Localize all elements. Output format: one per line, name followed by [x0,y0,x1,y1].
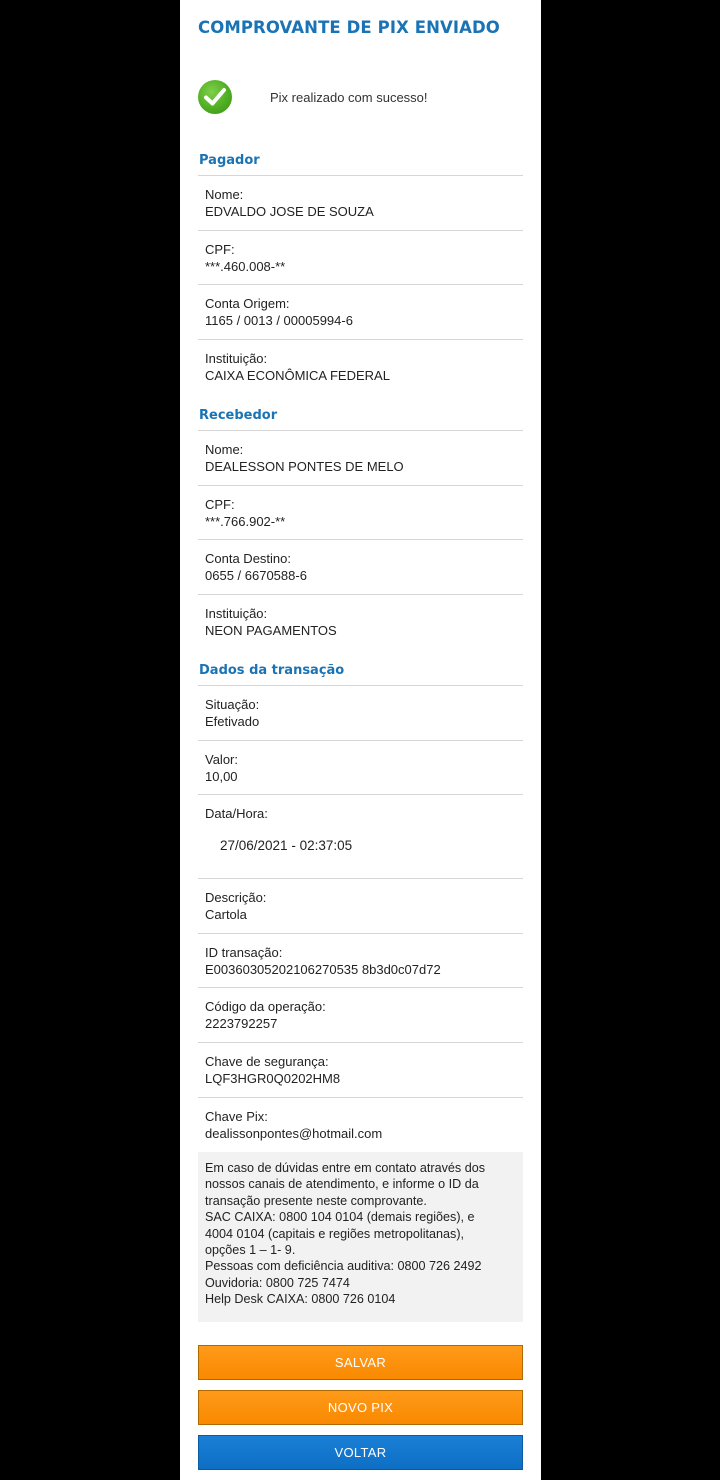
chave-seguranca-field: Chave de segurança: LQF3HGR0Q0202HM8 [205,1053,523,1087]
divider [198,539,523,540]
divider [198,284,523,285]
field-value: E00360305202106270535 8b3d0c07d72 [205,962,441,977]
divider [198,740,523,741]
recebedor-conta-field: Conta Destino: 0655 / 6670588-6 [205,550,523,584]
success-banner: Pix realizado com sucesso! [198,80,523,114]
field-value: ***.766.902-** [205,514,286,529]
divider [198,1097,523,1098]
info-line: opções 1 – 1- 9. [205,1243,296,1258]
pagador-nome-field: Nome: EDVALDO JOSE DE SOUZA [205,186,523,220]
divider [198,987,523,988]
success-message: Pix realizado com sucesso! [270,90,428,105]
field-label: Instituição: [205,606,268,621]
info-line: SAC CAIXA: 0800 104 0104 (demais regiões… [205,1210,475,1225]
divider [198,485,523,486]
field-value: 0655 / 6670588-6 [205,568,307,583]
section-title-transacao: Dados da transação [199,663,345,678]
field-value: 10,00 [205,769,238,784]
field-label: Valor: [205,752,238,767]
field-label: Instituição: [205,351,268,366]
field-label: ID transação: [205,945,283,960]
field-value: 27/06/2021 - 02:37:05 [220,838,353,853]
info-line: nossos canais de atendimento, e informe … [205,1177,479,1192]
field-label: Nome: [205,442,244,457]
divider [198,1042,523,1043]
field-value: CAIXA ECONÔMICA FEDERAL [205,368,390,383]
divider [198,878,523,879]
field-value: LQF3HGR0Q0202HM8 [205,1071,341,1086]
field-value: Cartola [205,907,247,922]
info-line: transação presente neste comprovante. [205,1193,427,1208]
divider [198,230,523,231]
section-title-pagador: Pagador [199,153,260,168]
field-label: CPF: [205,497,235,512]
situacao-field: Situação: Efetivado [205,696,523,730]
recebedor-instituicao-field: Instituição: NEON PAGAMENTOS [205,605,523,639]
field-label: Data/Hora: [205,806,268,821]
page-title: COMPROVANTE DE PIX ENVIADO [198,18,500,37]
divider [198,685,523,686]
check-circle-icon [198,80,232,114]
divider [198,594,523,595]
field-label: Código da operação: [205,999,326,1014]
chave-pix-field: Chave Pix: dealissonpontes@hotmail.com [205,1108,523,1142]
divider [198,430,523,431]
field-value: 2223792257 [205,1016,278,1031]
id-transacao-field: ID transação: E00360305202106270535 8b3d… [205,944,523,978]
recebedor-nome-field: Nome: DEALESSON PONTES DE MELO [205,441,523,475]
field-label: CPF: [205,242,235,257]
divider [198,339,523,340]
pagador-instituicao-field: Instituição: CAIXA ECONÔMICA FEDERAL [205,350,523,384]
pagador-cpf-field: CPF: ***.460.008-** [205,241,523,275]
info-line: Pessoas com deficiência auditiva: 0800 7… [205,1259,482,1274]
field-label: Situação: [205,697,260,712]
divider [198,175,523,176]
valor-field: Valor: 10,00 [205,751,523,785]
recebedor-cpf-field: CPF: ***.766.902-** [205,496,523,530]
back-button[interactable]: VOLTAR [198,1435,523,1470]
divider [198,794,523,795]
field-value: ***.460.008-** [205,259,286,274]
field-label: Descrição: [205,890,267,905]
receipt-page: COMPROVANTE DE PIX ENVIADO Pix realizado… [180,0,541,1480]
field-value: 1165 / 0013 / 00005994-6 [205,313,353,328]
field-label: Conta Destino: [205,551,291,566]
divider [198,933,523,934]
field-label: Conta Origem: [205,296,290,311]
info-line: 4004 0104 (capitais e regiões metropolit… [205,1226,465,1241]
descricao-field: Descrição: Cartola [205,889,523,923]
info-line: Help Desk CAIXA: 0800 726 0104 [205,1292,396,1307]
section-title-recebedor: Recebedor [199,408,278,423]
field-label: Chave de segurança: [205,1054,329,1069]
codigo-operacao-field: Código da operação: 2223792257 [205,998,523,1032]
new-pix-button[interactable]: NOVO PIX [198,1390,523,1425]
info-line: Em caso de dúvidas entre em contato atra… [205,1161,486,1175]
field-value: dealissonpontes@hotmail.com [205,1126,383,1141]
data-hora-field: Data/Hora: 27/06/2021 - 02:37:05 [205,805,523,854]
support-info-box: Em caso de dúvidas entre em contato atra… [198,1152,523,1322]
field-value: NEON PAGAMENTOS [205,623,337,638]
pagador-conta-field: Conta Origem: 1165 / 0013 / 00005994-6 [205,295,523,329]
field-value: EDVALDO JOSE DE SOUZA [205,204,374,219]
field-value: Efetivado [205,714,260,729]
save-button[interactable]: SALVAR [198,1345,523,1380]
field-label: Nome: [205,187,244,202]
field-label: Chave Pix: [205,1109,268,1124]
field-value: DEALESSON PONTES DE MELO [205,459,404,474]
info-line: Ouvidoria: 0800 725 7474 [205,1275,350,1290]
